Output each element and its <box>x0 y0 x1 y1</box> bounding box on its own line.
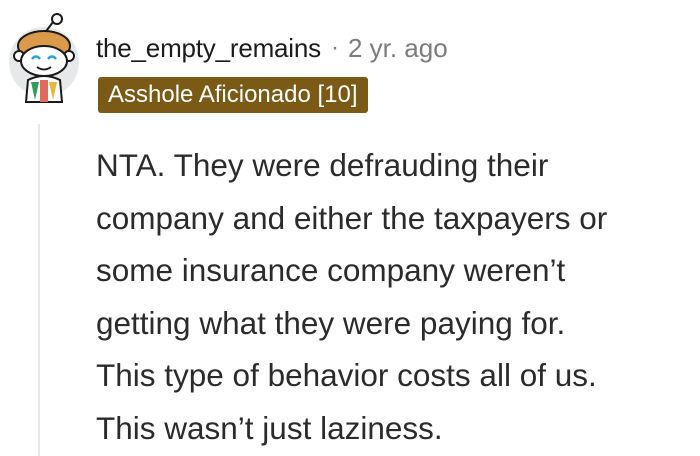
comment-body-line: NTA. They were defrauding their <box>96 147 549 183</box>
user-flair-badge: Asshole Aficionado [10] <box>98 77 368 113</box>
comment-body-line: company and either the taxpayers or <box>96 199 608 236</box>
comment-header: the_empty_remains · 2 yr. ago <box>96 30 448 66</box>
comment: the_empty_remains · 2 yr. ago Asshole Af… <box>0 0 700 456</box>
separator-dot: · <box>330 34 339 61</box>
thread-line[interactable] <box>38 124 40 456</box>
comment-body-line: This type of behavior costs all of us. <box>96 357 597 393</box>
timestamp[interactable]: 2 yr. ago <box>348 33 448 64</box>
comment-body: NTA. They were defrauding their company … <box>96 139 696 454</box>
user-avatar[interactable] <box>4 12 82 108</box>
comment-body-line: This wasn’t just laziness. <box>96 409 443 446</box>
comment-body-line: getting what they were paying for. <box>96 304 566 341</box>
username-link[interactable]: the_empty_remains <box>96 33 321 64</box>
comment-body-line: some insurance company weren’t <box>96 252 566 288</box>
